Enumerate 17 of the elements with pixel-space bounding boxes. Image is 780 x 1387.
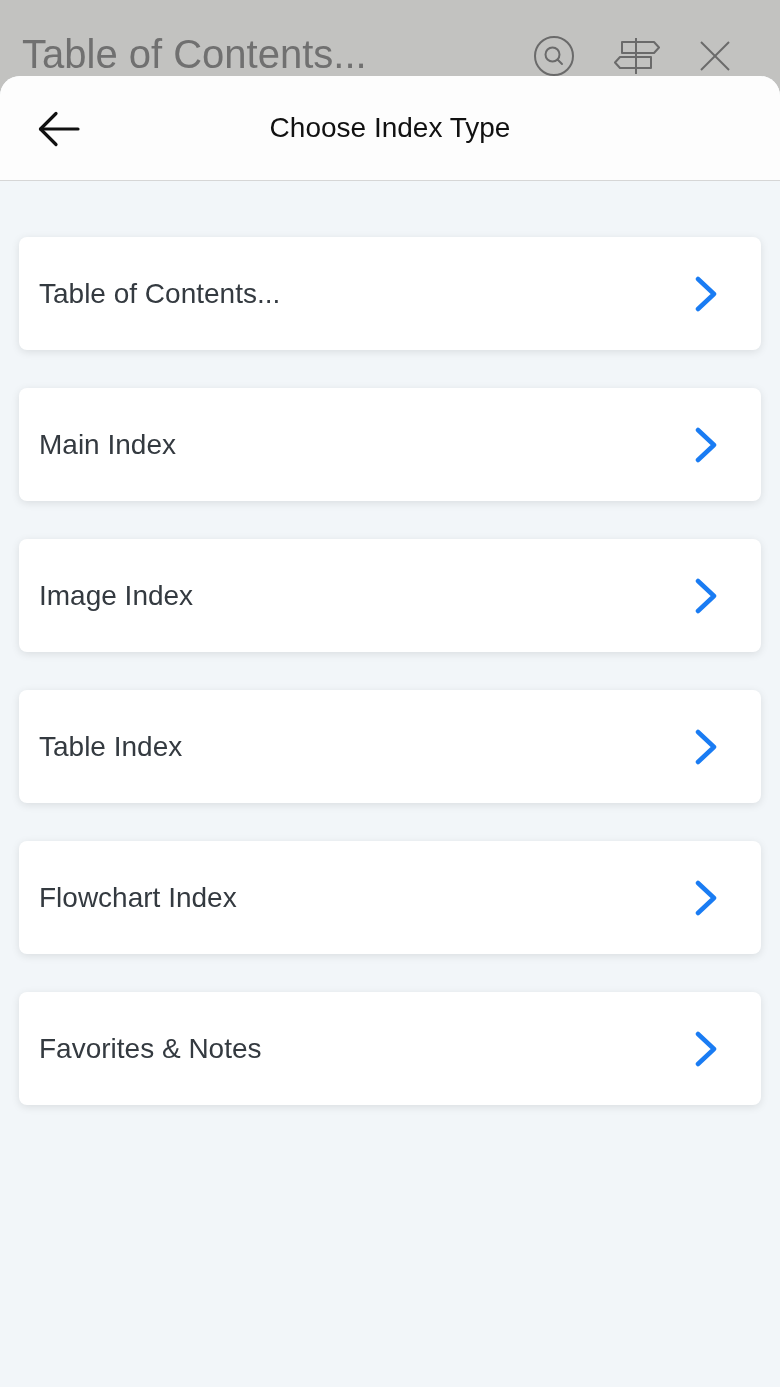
- chevron-right-icon: [694, 577, 718, 614]
- index-type-item[interactable]: Flowchart Index: [19, 841, 761, 954]
- chevron-right-icon: [694, 728, 718, 765]
- chevron-right-icon: [694, 879, 718, 916]
- backdrop-title: Table of Contents...: [22, 34, 367, 74]
- sheet-title: Choose Index Type: [269, 111, 511, 145]
- close-icon[interactable]: [700, 41, 730, 71]
- search-icon[interactable]: [534, 36, 574, 76]
- index-type-item[interactable]: Main Index: [19, 388, 761, 501]
- chevron-right-icon: [694, 1030, 718, 1067]
- chevron-right-icon: [694, 426, 718, 463]
- index-type-item[interactable]: Favorites & Notes: [19, 992, 761, 1105]
- index-type-item[interactable]: Image Index: [19, 539, 761, 652]
- index-type-item[interactable]: Table Index: [19, 690, 761, 803]
- index-type-item[interactable]: Table of Contents...: [19, 237, 761, 350]
- signpost-icon[interactable]: [614, 37, 660, 75]
- chevron-right-icon: [694, 275, 718, 312]
